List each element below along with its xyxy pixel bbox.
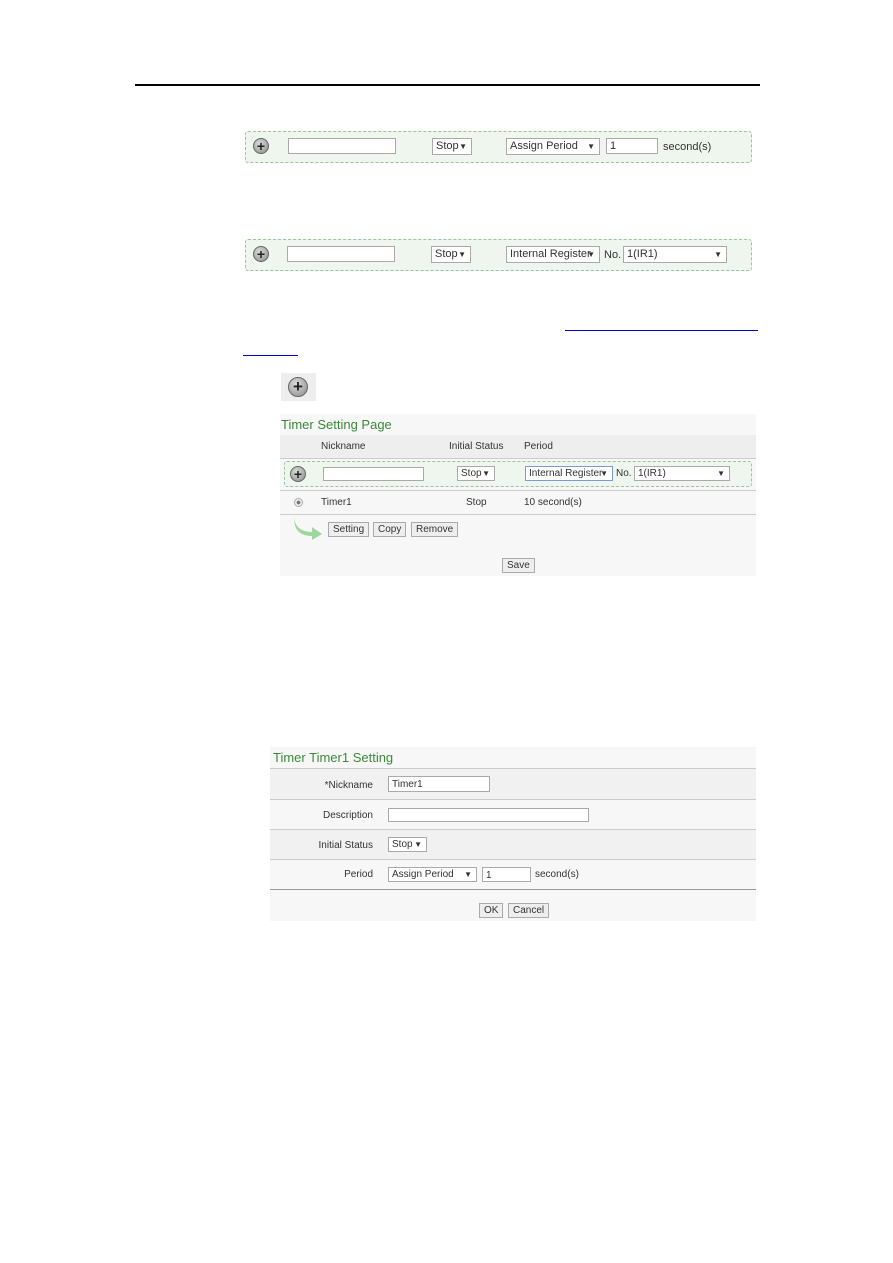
setting-button[interactable]: Setting [328,522,370,537]
register-value: 1(IR1) [638,468,666,479]
status-value: Stop [392,839,413,850]
register-select[interactable]: 1(IR1) ▼ [623,246,727,263]
header-nickname: Nickname [321,441,366,452]
status-select[interactable]: Stop ▼ [457,466,495,481]
cancel-button[interactable]: Cancel [508,903,550,918]
header-initial-status: Initial Status [449,441,504,452]
link-underline[interactable] [565,330,758,331]
nickname-input[interactable] [287,246,395,262]
nickname-input[interactable] [323,467,424,481]
register-select[interactable]: 1(IR1) ▼ [634,466,730,481]
document-page: + Stop ▼ Assign Period ▼ 1 second(s) + Sto… [0,0,893,1263]
period-value-input[interactable]: 1 [482,867,531,882]
status-select[interactable]: Stop ▼ [431,246,471,263]
status-value: Stop [461,468,482,479]
initial-status-label: Initial Status [318,840,373,851]
period-value-input[interactable]: 1 [606,138,658,154]
period-type-value: Assign Period [510,140,578,152]
no-label: No. [604,249,622,261]
plus-circle-icon[interactable]: + [253,246,269,262]
remove-button[interactable]: Remove [411,522,459,537]
description-input[interactable] [388,808,589,822]
plus-circle-icon[interactable]: + [253,138,269,154]
row-nickname: Timer1 [321,497,352,508]
add-row: + Stop ▼ Internal Register ▼ No. 1(IR1) ▼ [284,461,752,487]
save-button[interactable]: Save [502,558,535,573]
status-select[interactable]: Stop ▼ [432,138,472,155]
form-title: Timer Timer1 Setting [273,750,394,765]
period-type-select[interactable]: Assign Period ▼ [506,138,600,155]
timer-edit-form: Timer Timer1 Setting *Nickname Timer1 De… [270,747,756,921]
copy-button[interactable]: Copy [373,522,407,537]
plus-circle-icon: + [288,377,308,397]
table-row[interactable]: Timer1 Stop 10 second(s) [280,491,756,514]
register-value: 1(IR1) [627,248,658,260]
unit-label: second(s) [535,869,579,880]
timer-setting-page: Timer Setting Page Nickname Initial Stat… [280,414,756,576]
nickname-input[interactable]: Timer1 [388,776,490,792]
add-row-internal-register: + Stop ▼ Internal Register ▼ No. 1(IR1) ▼ [245,239,752,271]
add-button-image: + [281,373,316,401]
period-type-value: Internal Register [510,248,591,260]
period-type-select[interactable]: Internal Register ▼ [506,246,600,263]
plus-circle-icon[interactable]: + [290,466,306,482]
table-header: Nickname Initial Status Period [280,435,756,458]
panel-title: Timer Setting Page [281,417,392,432]
nickname-label: *Nickname [324,780,373,791]
link-underline[interactable] [243,355,298,356]
ok-button[interactable]: OK [479,903,504,918]
row-period: 10 second(s) [524,497,582,508]
header-rule [135,84,760,86]
status-value: Stop [436,140,459,152]
arrow-icon [294,518,322,540]
row-radio[interactable] [294,498,303,507]
period-type-value: Assign Period [392,869,454,880]
add-row-assign-period: + Stop ▼ Assign Period ▼ 1 second(s) [245,131,752,163]
period-type-select[interactable]: Internal Register ▼ [525,466,613,481]
period-type-select[interactable]: Assign Period ▼ [388,867,477,882]
period-type-value: Internal Register [529,468,603,479]
no-label: No. [616,468,632,479]
nickname-input[interactable] [288,138,396,154]
initial-status-select[interactable]: Stop ▼ [388,837,427,852]
description-label: Description [322,810,373,821]
status-value: Stop [435,248,458,260]
unit-label: second(s) [663,141,712,153]
period-label: Period [344,869,373,880]
header-period: Period [524,441,553,452]
row-status: Stop [466,497,487,508]
